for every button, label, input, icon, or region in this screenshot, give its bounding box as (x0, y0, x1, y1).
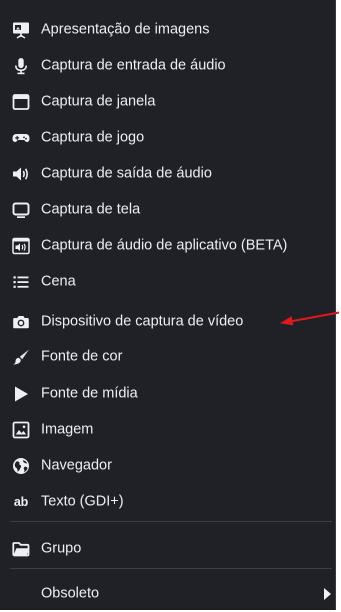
menu-item-label: Cena (41, 273, 76, 290)
menu-item-game-capture[interactable]: Captura de jogo (0, 120, 335, 156)
submenu-arrow-icon (324, 588, 331, 600)
speaker-icon (12, 165, 30, 183)
list-icon (12, 273, 30, 291)
menu-item-window-capture[interactable]: Captura de janela (0, 84, 335, 120)
image-icon (12, 421, 30, 439)
menu-item-label: Imagem (41, 421, 94, 438)
gamepad-icon (12, 129, 30, 147)
menu-separator (10, 521, 332, 522)
slideshow-icon (12, 21, 30, 39)
add-source-context-menu: Apresentação de imagens Captura de entra… (0, 0, 336, 610)
menu-item-label: Navegador (41, 457, 112, 474)
menu-item-label: Texto (GDI+) (41, 493, 124, 510)
brush-icon (12, 348, 30, 366)
menu-item-image-slideshow[interactable]: Apresentação de imagens (0, 12, 335, 48)
text-icon: ab (12, 493, 30, 511)
play-icon (12, 385, 30, 403)
menu-item-label: Captura de áudio de aplicativo (BETA) (41, 237, 288, 254)
menu-item-label: Obsoleto (41, 585, 100, 602)
menu-item-display-capture[interactable]: Captura de tela (0, 192, 335, 228)
menu-item-label: Captura de jogo (41, 129, 145, 146)
menu-item-label: Grupo (41, 540, 82, 557)
menu-item-application-audio-capture[interactable]: Captura de áudio de aplicativo (BETA) (0, 228, 335, 264)
folder-icon (12, 540, 30, 558)
menu-item-label: Captura de tela (41, 201, 141, 218)
microphone-icon (12, 57, 30, 75)
camera-icon (12, 313, 30, 331)
menu-item-color-source[interactable]: Fonte de cor (0, 339, 335, 375)
app-audio-icon (12, 237, 30, 255)
menu-item-media-source[interactable]: Fonte de mídia (0, 376, 335, 412)
globe-icon (12, 457, 30, 475)
menu-item-label: Apresentação de imagens (41, 21, 210, 38)
window-icon (12, 93, 30, 111)
menu-item-video-capture-device[interactable]: Dispositivo de captura de vídeo (0, 304, 335, 340)
menu-item-image[interactable]: Imagem (0, 412, 335, 448)
menu-item-label: Captura de saída de áudio (41, 165, 212, 182)
menu-item-browser[interactable]: Navegador (0, 448, 335, 484)
menu-item-group[interactable]: Grupo (0, 531, 335, 567)
menu-item-label: Captura de entrada de áudio (41, 57, 226, 74)
monitor-icon (12, 201, 30, 219)
menu-item-label: Dispositivo de captura de vídeo (41, 313, 244, 330)
menu-separator (10, 568, 332, 569)
menu-item-label: Captura de janela (41, 93, 156, 110)
menu-item-deprecated[interactable]: Obsoleto (0, 576, 335, 612)
menu-item-scene[interactable]: Cena (0, 264, 335, 300)
menu-item-text-gdi[interactable]: ab Texto (GDI+) (0, 484, 335, 520)
menu-item-audio-input-capture[interactable]: Captura de entrada de áudio (0, 48, 335, 84)
menu-item-audio-output-capture[interactable]: Captura de saída de áudio (0, 156, 335, 192)
menu-item-label: Fonte de mídia (41, 385, 138, 402)
text-icon-glyph: ab (13, 495, 29, 509)
menu-item-label: Fonte de cor (41, 348, 123, 365)
